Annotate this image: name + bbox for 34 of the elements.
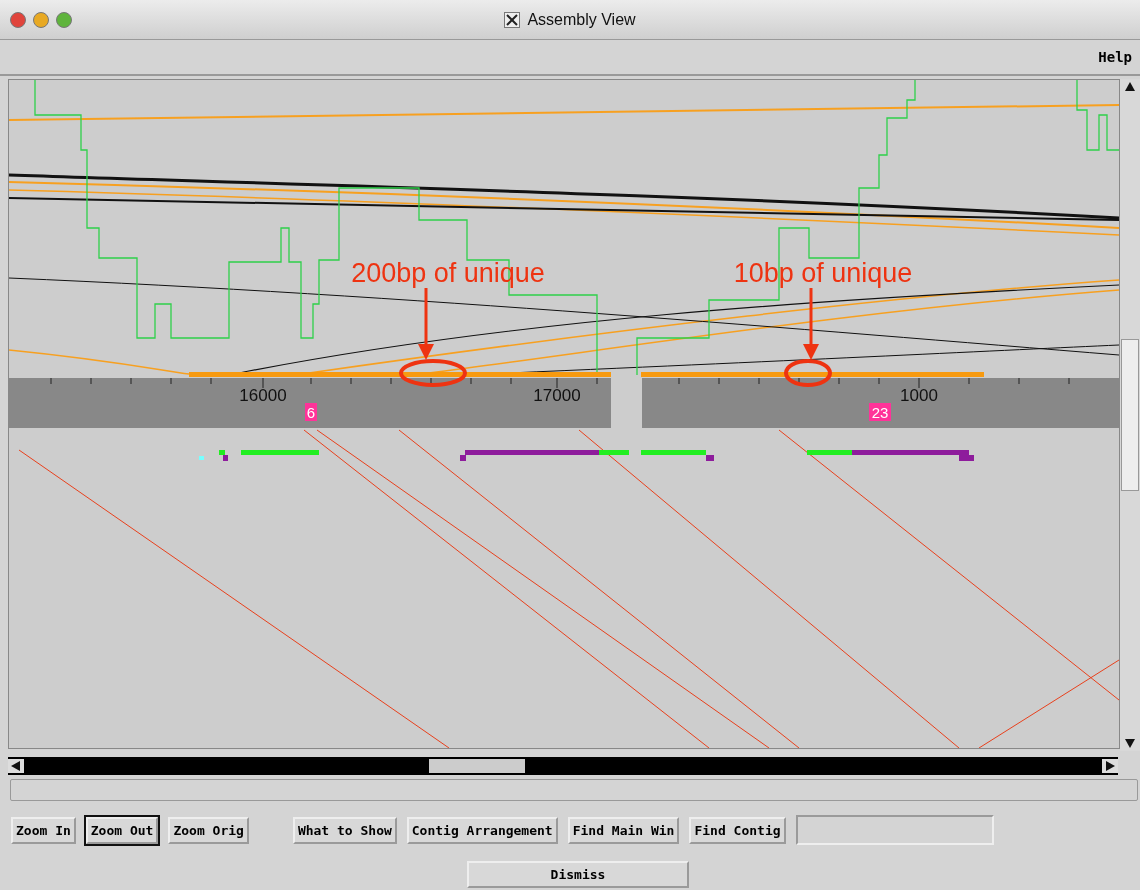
ruler-label: 1000 (900, 386, 938, 405)
scroll-up-icon[interactable] (1125, 82, 1135, 91)
contig-label: 23 (869, 403, 891, 421)
toolbar-button[interactable]: Zoom Orig (168, 816, 249, 844)
minimize-button[interactable] (33, 11, 49, 28)
horizontal-scrollbar[interactable] (8, 757, 1118, 775)
arrow-icon (803, 288, 819, 360)
menu-item[interactable]: Help (1098, 49, 1132, 65)
close-button[interactable] (10, 11, 26, 28)
input-field[interactable] (795, 815, 994, 845)
scroll-down-icon[interactable] (1125, 739, 1135, 748)
arrow-icon (418, 288, 434, 360)
ruler-label: 16000 (239, 386, 287, 405)
window-title: Assembly View (527, 10, 636, 29)
highlight-ring (784, 359, 832, 387)
toolbar-button[interactable]: Zoom Out (85, 816, 159, 844)
zoom-button[interactable] (56, 11, 72, 28)
read-mark (199, 456, 204, 460)
read-cluster (219, 450, 228, 461)
highlight-ring (399, 359, 467, 387)
toolbar-button[interactable]: Contig Arrangement (406, 816, 558, 844)
x-window-icon (504, 11, 521, 28)
toolbar-button[interactable]: Zoom In (11, 816, 76, 844)
scroll-thumb[interactable] (429, 759, 525, 773)
vertical-scrollbar[interactable] (1120, 79, 1140, 751)
scroll-right-icon[interactable] (1102, 759, 1118, 773)
ruler-label: 17000 (533, 386, 581, 405)
contig-label: 6 (305, 403, 317, 421)
toolbar-button[interactable]: Find Main Win (567, 816, 680, 844)
dismiss-button[interactable]: Dismiss (467, 861, 689, 888)
scroll-left-icon[interactable] (8, 759, 24, 773)
toolbar-button[interactable]: What to Show (292, 816, 397, 844)
scroll-thumb[interactable] (1121, 339, 1139, 491)
toolbar-button[interactable]: Find Contig (689, 816, 786, 844)
